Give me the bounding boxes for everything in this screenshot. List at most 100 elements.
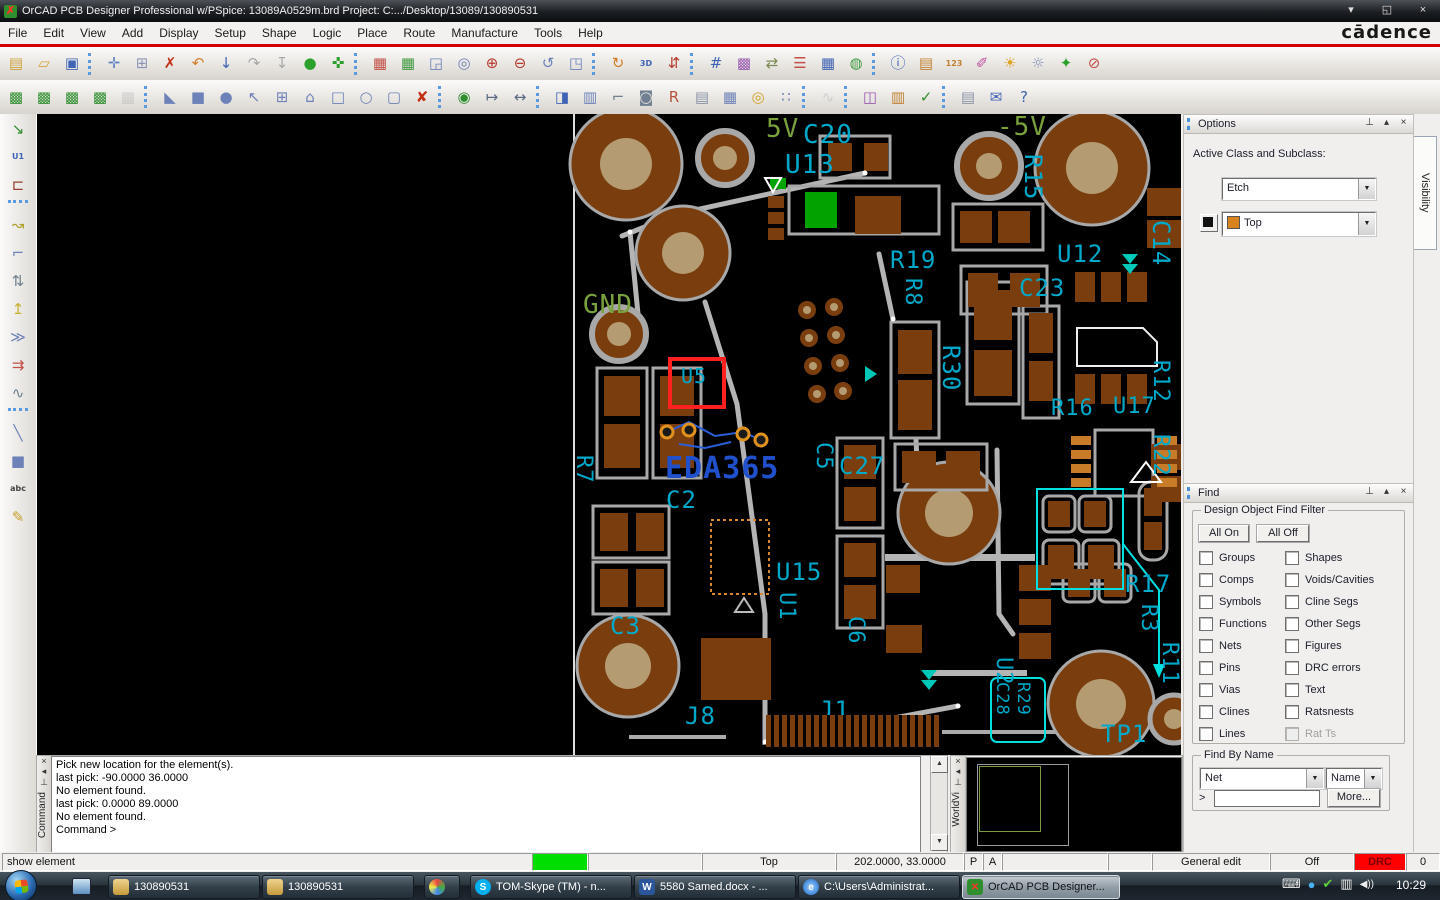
worldview-canvas[interactable]	[966, 757, 1182, 852]
multi-route-button[interactable]: ⇉	[5, 352, 31, 378]
class-dropdown[interactable]: Etch▼	[1222, 178, 1376, 200]
highlight-pad-button[interactable]: ◉	[451, 84, 477, 110]
zoom-previous-button[interactable]: ↺	[535, 51, 561, 77]
cross-section-button[interactable]: ▦	[815, 51, 841, 77]
general-mode-button[interactable]: ▩	[59, 84, 85, 110]
taskbar-button-orcad-pcb-designer-[interactable]: ✕OrCAD PCB Designer...	[962, 875, 1120, 899]
subclass-color-button[interactable]	[1200, 214, 1218, 232]
shine-mode-button[interactable]: ☀	[997, 51, 1023, 77]
menu-shape[interactable]: Shape	[254, 23, 305, 43]
quick-launch-icon[interactable]	[72, 878, 91, 895]
find-header[interactable]: Find ⊥ ▴ ×	[1184, 484, 1413, 503]
checkbox-lines[interactable]	[1199, 727, 1213, 741]
checkbox-drc-errors[interactable]	[1285, 661, 1299, 675]
tools-button[interactable]: ⌐	[605, 84, 631, 110]
shape-mode-button[interactable]: ▩	[87, 84, 113, 110]
all-off-button[interactable]: All Off	[1257, 525, 1309, 542]
close-icon[interactable]: ×	[37, 756, 51, 766]
checkbox-text[interactable]	[1285, 683, 1299, 697]
add-text-button[interactable]: abc	[5, 476, 31, 502]
view-3d-button[interactable]: 3D	[633, 51, 659, 77]
design-audit-button[interactable]: ✓	[913, 84, 939, 110]
find-mode-dropdown[interactable]: Name▼	[1326, 768, 1382, 789]
checkbox-cline-segs[interactable]	[1285, 595, 1299, 609]
waive-drc-button[interactable]: ✦	[1053, 51, 1079, 77]
pin-button[interactable]: ✜	[325, 51, 351, 77]
report-button[interactable]: ▤	[955, 84, 981, 110]
shape-circle-button[interactable]: ●	[213, 84, 239, 110]
menu-tools[interactable]: Tools	[526, 23, 570, 43]
drc-status[interactable]: DRC	[1354, 853, 1406, 871]
start-button[interactable]	[5, 870, 37, 900]
find-name-input[interactable]	[1214, 790, 1320, 807]
pin-icon[interactable]: ⊥	[1363, 486, 1376, 497]
keyboard-icon[interactable]: ⌨	[1282, 876, 1301, 892]
menu-display[interactable]: Display	[151, 23, 206, 43]
more-button[interactable]: More...	[1328, 789, 1380, 807]
collapse-icon[interactable]: ▴	[1380, 486, 1393, 497]
menu-logic[interactable]: Logic	[305, 23, 350, 43]
bus-route-button[interactable]: ≫	[5, 324, 31, 350]
menu-setup[interactable]: Setup	[207, 23, 254, 43]
taskbar-button-c-users-administrat-[interactable]: eC:\Users\Administrat...	[798, 875, 960, 899]
move-button[interactable]: ✛	[101, 51, 127, 77]
redraw-button[interactable]: ↻	[605, 51, 631, 77]
menu-route[interactable]: Route	[395, 23, 443, 43]
test-prep-button[interactable]: ◎	[745, 84, 771, 110]
pin-icon[interactable]: ⊥	[951, 777, 965, 788]
checkbox-nets[interactable]	[1199, 639, 1213, 653]
collapse-icon[interactable]: ▴	[1380, 117, 1393, 128]
checkbox-vias[interactable]	[1199, 683, 1213, 697]
close-icon[interactable]: ×	[951, 756, 965, 766]
measure-button[interactable]: 123	[941, 51, 967, 77]
redo-button[interactable]: ↷	[241, 51, 267, 77]
restore-button[interactable]: ◱	[1374, 2, 1400, 18]
zoom-out-button[interactable]: ⊖	[507, 51, 533, 77]
delay-tune-button[interactable]: ∿	[5, 380, 31, 406]
taskbar-button-5580-samed-docx-[interactable]: W5580 Samed.docx - ...	[634, 875, 796, 899]
volume-icon[interactable]: ◀))	[1360, 879, 1374, 890]
odb-export-button[interactable]: ◨	[549, 84, 575, 110]
checkbox-groups[interactable]	[1199, 551, 1213, 565]
update-check-icon[interactable]: ✔	[1322, 876, 1333, 892]
command-console[interactable]: Pick new location for the element(s).las…	[51, 756, 921, 855]
checkbox-functions[interactable]	[1199, 617, 1213, 631]
circle-outline-button[interactable]: ○	[353, 84, 379, 110]
scroll-down-icon[interactable]: ▼	[931, 834, 948, 851]
find-target-dropdown[interactable]: Net▼	[1200, 768, 1324, 789]
grid-points-button[interactable]: ▦	[367, 51, 393, 77]
status-a-toggle[interactable]: A	[983, 853, 1002, 871]
minimize-button[interactable]: ▾	[1338, 2, 1364, 18]
placement-mode-button[interactable]: ▩	[3, 84, 29, 110]
pin-icon[interactable]: ⊥	[1363, 117, 1376, 128]
show-element-button[interactable]: ⓘ	[885, 51, 911, 77]
no-pick-button[interactable]: ⊘	[1081, 51, 1107, 77]
design-notes-button[interactable]: ▤	[689, 84, 715, 110]
waveform-button[interactable]: ∿	[815, 84, 841, 110]
status-p-toggle[interactable]: P	[964, 853, 983, 871]
taskbar-button-app[interactable]	[424, 875, 460, 899]
pin-icon[interactable]: ⊥	[37, 777, 51, 788]
taskbar-clock[interactable]: 10:29	[1396, 878, 1426, 892]
menu-edit[interactable]: Edit	[35, 23, 72, 43]
collapse-icon[interactable]: ◂	[951, 766, 965, 777]
visibility-tab[interactable]: Visibility	[1414, 136, 1437, 250]
checkbox-other-segs[interactable]	[1285, 617, 1299, 631]
shape-polygon-button[interactable]: ⌂	[297, 84, 323, 110]
model-browser-button[interactable]: ◫	[857, 84, 883, 110]
checkbox-clines[interactable]	[1199, 705, 1213, 719]
etch-mode-button[interactable]: ▩	[31, 84, 57, 110]
options-header[interactable]: Options ⊥ ▴ ×	[1184, 115, 1413, 134]
checkbox-shapes[interactable]	[1285, 551, 1299, 565]
save-button[interactable]: ▣	[59, 51, 85, 77]
toggle-grid-button[interactable]: #	[703, 51, 729, 77]
chevron-down-icon[interactable]: ▼	[1306, 769, 1323, 788]
menu-manufacture[interactable]: Manufacture	[443, 23, 526, 43]
swap-pins-button[interactable]: ⇅	[5, 268, 31, 294]
checkbox-figures[interactable]	[1285, 639, 1299, 653]
checkbox-comps[interactable]	[1199, 573, 1213, 587]
pcb-canvas[interactable]: 5VC20U13-5VR15U12C14GNDR19R8R30C23R16U17…	[36, 114, 1182, 755]
show-measure-button[interactable]: ▤	[913, 51, 939, 77]
chevron-down-icon[interactable]: ▼	[1358, 179, 1375, 199]
messenger-icon[interactable]: ●	[1308, 877, 1316, 892]
